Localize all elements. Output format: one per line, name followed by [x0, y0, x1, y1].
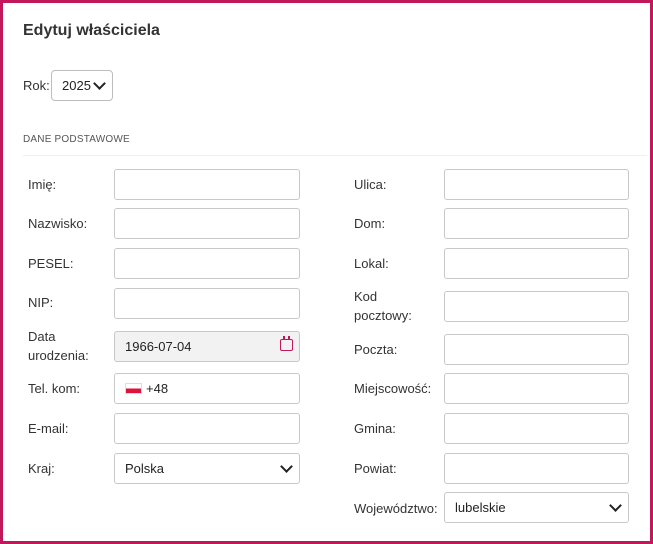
phone-input[interactable]: +48	[114, 373, 300, 404]
phone-label: Tel. kom:	[28, 381, 81, 396]
post-office-input[interactable]	[444, 334, 629, 365]
county-label: Powiat:	[354, 461, 397, 476]
birth-date-label-line1: Data	[28, 329, 56, 344]
street-input[interactable]	[444, 169, 629, 200]
country-select[interactable]: Polska	[114, 453, 300, 484]
pesel-input[interactable]	[114, 248, 300, 279]
section-title: DANE PODSTAWOWE	[23, 134, 130, 145]
year-select-value: 2025	[62, 78, 91, 93]
email-input[interactable]	[114, 413, 300, 444]
house-number-label: Dom:	[354, 216, 386, 231]
chevron-down-icon	[280, 460, 293, 473]
apartment-label: Lokal:	[354, 256, 389, 271]
birth-date-input[interactable]: 1966-07-04	[114, 331, 300, 362]
poland-flag-icon[interactable]	[125, 383, 142, 394]
house-number-input[interactable]	[444, 208, 629, 239]
voivodeship-label: Województwo:	[354, 501, 438, 516]
voivodeship-select[interactable]: lubelskie	[444, 492, 629, 523]
postal-code-input[interactable]	[444, 291, 629, 322]
municipality-label: Gmina:	[354, 421, 396, 436]
email-label: E-mail:	[28, 421, 69, 436]
year-label: Rok:	[23, 78, 50, 93]
last-name-label: Nazwisko:	[28, 216, 88, 231]
section-divider	[23, 155, 647, 156]
municipality-input[interactable]	[444, 413, 629, 444]
birth-date-label-line2: urodzenia:	[28, 348, 89, 363]
calendar-icon[interactable]	[280, 336, 293, 351]
first-name-input[interactable]	[114, 169, 300, 200]
year-select[interactable]: 2025	[51, 70, 113, 101]
pesel-label: PESEL:	[28, 256, 74, 271]
country-select-value: Polska	[125, 461, 165, 476]
nip-input[interactable]	[114, 288, 300, 319]
postal-code-label-line1: Kod	[354, 289, 378, 304]
dialog-title: Edytuj właściciela	[23, 22, 160, 39]
voivodeship-select-value: lubelskie	[455, 500, 506, 515]
postal-code-label-line2: pocztowy:	[354, 308, 412, 323]
post-office-label: Poczta:	[354, 342, 398, 357]
chevron-down-icon	[609, 499, 622, 512]
birth-date-value: 1966-07-04	[125, 339, 192, 354]
first-name-label: Imię:	[28, 177, 57, 192]
last-name-input[interactable]	[114, 208, 300, 239]
phone-prefix: +48	[146, 381, 169, 396]
street-label: Ulica:	[354, 177, 387, 192]
city-label: Miejscowość:	[354, 381, 432, 396]
nip-label: NIP:	[28, 295, 54, 310]
chevron-down-icon	[93, 77, 106, 90]
edit-owner-dialog: Edytuj właściciela Rok: 2025 DANE PODSTA…	[0, 0, 653, 544]
apartment-input[interactable]	[444, 248, 629, 279]
city-input[interactable]	[444, 373, 629, 404]
county-input[interactable]	[444, 453, 629, 484]
country-label: Kraj:	[28, 461, 55, 476]
